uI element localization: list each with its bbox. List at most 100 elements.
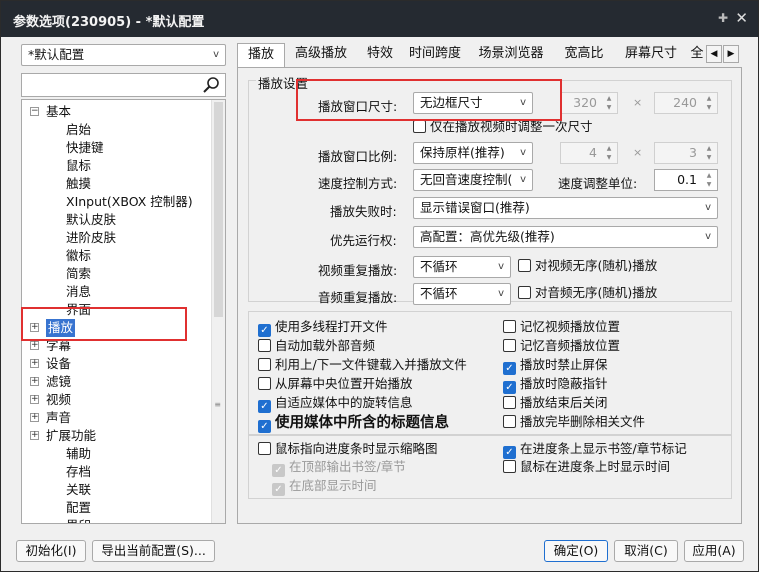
option-label: 使用多线程打开文件 [275, 319, 388, 334]
stepper-arrows-icon[interactable]: ▲ ▼ [702, 94, 716, 112]
height-stepper[interactable]: 240 ▲ ▼ [654, 92, 718, 114]
title-bar[interactable]: 参数选项(230905) - *默认配置 ✚ ✕ [1, 1, 758, 37]
stepper-arrows-icon[interactable]: ▲ ▼ [702, 144, 716, 162]
resize-once-checkbox[interactable]: 仅在播放视频时调整一次尺寸 [413, 119, 593, 137]
expand-icon[interactable]: + [30, 395, 39, 404]
ratio-value: 保持原样(推荐) [420, 145, 505, 160]
close-icon[interactable]: ✕ [735, 9, 748, 27]
option-checkbox[interactable]: 记忆视频播放位置 [503, 319, 620, 337]
collapse-icon[interactable]: − [30, 107, 39, 116]
chevron-down-icon: v [520, 174, 526, 185]
check-icon: ✓ [503, 381, 516, 394]
option-checkbox[interactable]: ✓ 使用多线程打开文件 [258, 319, 388, 337]
tab-6[interactable]: 屏幕尺寸 [613, 43, 689, 67]
video-repeat-select[interactable]: 不循环 v [413, 256, 511, 278]
audio-shuffle-checkbox[interactable]: 对音频无序(随机)播放 [518, 285, 657, 303]
tree-item-label: 徽标 [66, 248, 92, 263]
option-label: 播放时禁止屏保 [520, 357, 608, 372]
option-checkbox[interactable]: 自动加载外部音频 [258, 338, 375, 356]
tab-0[interactable]: 播放 [237, 43, 285, 67]
option-label: 播放结束后关闭 [520, 395, 608, 410]
ratio-width-stepper[interactable]: 4 ▲ ▼ [560, 142, 618, 164]
option-checkbox[interactable]: ✓ 播放时禁止屏保 [503, 357, 608, 375]
tree-item-label: 设备 [46, 356, 72, 371]
tab-7[interactable]: 全 [689, 43, 705, 67]
expand-icon[interactable]: + [30, 413, 39, 422]
apply-button[interactable]: 应用(A) [684, 540, 744, 562]
ratio-height-stepper[interactable]: 3 ▲ ▼ [654, 142, 718, 164]
option-checkbox[interactable]: 利用上/下一文件键载入并播放文件 [258, 357, 467, 375]
tree-item-label: 配置 [66, 500, 92, 515]
tree-item-label: 声音 [46, 410, 72, 425]
expand-icon[interactable]: + [30, 359, 39, 368]
tree-item-label: XInput(XBOX 控制器) [66, 194, 193, 209]
grip-icon: ≡ [214, 400, 221, 409]
stepper-arrows-icon[interactable]: ▲ ▼ [602, 94, 616, 112]
speed-unit-label: 速度调整单位: [558, 176, 638, 191]
tab-scroll-left-button[interactable]: ◀ [706, 45, 722, 63]
checkbox-box [518, 259, 531, 272]
speed-unit-stepper[interactable]: 0.1 ▲ ▼ [654, 169, 718, 191]
option-checkbox[interactable]: 记忆音频播放位置 [503, 338, 620, 356]
tab-3[interactable]: 时间跨度 [403, 43, 467, 67]
tree-item-label: 进阶皮肤 [66, 230, 117, 245]
chevron-down-icon: v [213, 49, 219, 60]
tree-scrollbar-thumb[interactable] [214, 102, 223, 317]
profile-select[interactable]: *默认配置 v [21, 44, 226, 66]
option-checkbox[interactable]: ✓ 播放时隐蔽指针 [503, 376, 608, 394]
speed-label: 速度控制方式: [318, 176, 398, 191]
speed-select[interactable]: 无回音速度控制( v [413, 169, 533, 191]
times-sign: × [633, 96, 643, 109]
check-icon: ✓ [503, 446, 516, 459]
stepper-arrows-icon[interactable]: ▲ ▼ [602, 144, 616, 162]
tab-scroll-right-button[interactable]: ▶ [723, 45, 739, 63]
expand-icon[interactable]: + [30, 431, 39, 440]
tree-item-label: 消息 [66, 284, 92, 299]
export-config-button[interactable]: 导出当前配置(S)... [92, 540, 215, 562]
option-checkbox[interactable]: 从屏幕中央位置开始播放 [258, 376, 413, 394]
checkbox-box [503, 415, 516, 428]
check-icon: ✓ [272, 464, 285, 477]
checkbox-box [503, 396, 516, 409]
expand-icon[interactable]: + [30, 377, 39, 386]
video-shuffle-checkbox[interactable]: 对视频无序(随机)播放 [518, 258, 657, 276]
expand-icon[interactable]: + [30, 341, 39, 350]
search-icon[interactable] [202, 76, 222, 94]
option-checkbox[interactable]: ✓ 自适应媒体中的旋转信息 [258, 395, 413, 413]
search-input[interactable] [21, 73, 226, 97]
top-bookmark-checkbox: ✓ 在顶部输出书签/章节 [272, 459, 406, 477]
option-label: 自适应媒体中的旋转信息 [275, 395, 413, 410]
tree-item-label: 启始 [66, 122, 92, 137]
width-stepper[interactable]: 320 ▲ ▼ [560, 92, 618, 114]
show-marks-checkbox[interactable]: ✓ 在进度条上显示书签/章节标记 [503, 441, 687, 459]
fail-select[interactable]: 显示错误窗口(推荐) v [413, 197, 718, 219]
option-checkbox[interactable]: 播放结束后关闭 [503, 395, 608, 413]
height-value: 240 [673, 95, 697, 110]
tab-bar: 播放 高级播放 特效 时间跨度 场景浏览器 宽高比 屏幕尺寸全 [237, 43, 742, 67]
init-button[interactable]: 初始化(I) [16, 540, 86, 562]
ok-button[interactable]: 确定(O) [544, 540, 608, 562]
show-time-checkbox[interactable]: 鼠标在进度条上时显示时间 [503, 459, 670, 477]
chevron-down-icon: v [705, 202, 711, 213]
option-checkbox[interactable]: 播放完毕删除相关文件 [503, 414, 645, 432]
tab-5[interactable]: 宽高比 [555, 43, 613, 67]
preferences-window: 参数选项(230905) - *默认配置 ✚ ✕ *默认配置 v − 基本 启始 快捷… [0, 0, 759, 572]
speed-unit-value: 0.1 [677, 172, 697, 187]
tab-4[interactable]: 场景浏览器 [467, 43, 555, 67]
tab-2[interactable]: 特效 [357, 43, 403, 67]
thumbnail-checkbox[interactable]: 鼠标指向进度条时显示缩略图 [258, 441, 438, 459]
pin-icon[interactable]: ✚ [718, 11, 728, 25]
option-label: 播放完毕删除相关文件 [520, 414, 646, 429]
highlight-box-tree [21, 307, 187, 341]
audio-repeat-select[interactable]: 不循环 v [413, 283, 511, 305]
ratio-select[interactable]: 保持原样(推荐) v [413, 142, 533, 164]
tab-1[interactable]: 高级播放 [285, 43, 357, 67]
stepper-arrows-icon[interactable]: ▲ ▼ [702, 171, 716, 189]
cancel-button[interactable]: 取消(C) [614, 540, 678, 562]
checkbox-box [413, 120, 426, 133]
option-checkbox[interactable]: ✓ 使用媒体中所含的标题信息 [258, 414, 449, 433]
tree-scrollbar[interactable]: ≡ [211, 100, 225, 523]
tree-item-label: 触摸 [66, 176, 92, 191]
checkbox-box [503, 339, 516, 352]
priority-select[interactable]: 高配置：高优先级(推荐) v [413, 226, 718, 248]
